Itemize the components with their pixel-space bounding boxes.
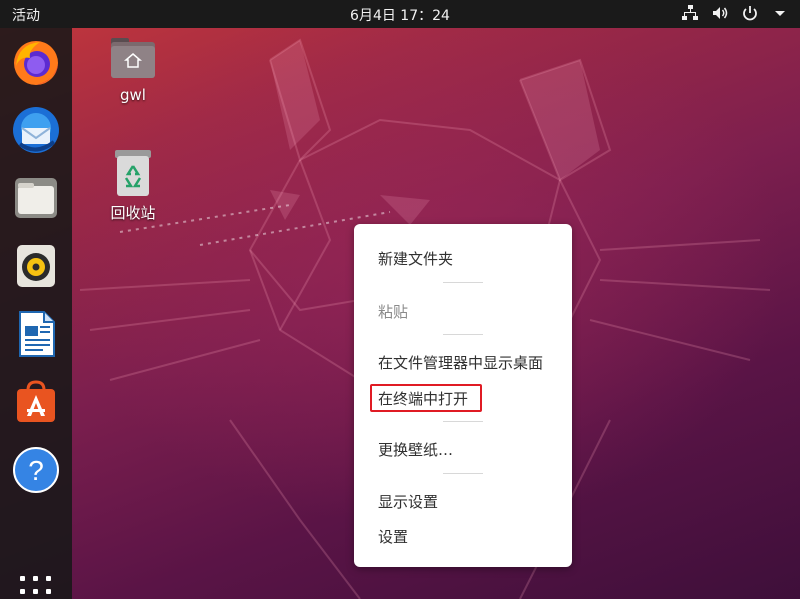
menu-item-paste: 粘贴 xyxy=(378,303,409,321)
desktop-context-menu: 新建文件夹 粘贴 在文件管理器中显示桌面 在终端中打开 更换壁纸… 显示设置 设… xyxy=(354,224,572,567)
home-folder-icon xyxy=(111,38,155,78)
svg-text:?: ? xyxy=(28,455,44,486)
files-folder-icon[interactable] xyxy=(10,172,62,224)
trash-desktop-icon[interactable]: 回收站 xyxy=(103,150,163,223)
top-bar: 活动 6月4日 17：24 xyxy=(0,0,800,28)
rhythmbox-speaker-icon[interactable] xyxy=(10,240,62,292)
menu-separator xyxy=(443,282,483,283)
menu-separator xyxy=(443,421,483,422)
menu-separator xyxy=(443,473,483,474)
dock: ? xyxy=(0,28,72,599)
system-tray[interactable] xyxy=(680,3,790,23)
chevron-down-icon[interactable] xyxy=(770,3,790,23)
menu-item-show-in-files[interactable]: 在文件管理器中显示桌面 xyxy=(378,352,543,373)
home-folder-label: gwl xyxy=(120,86,146,104)
network-icon[interactable] xyxy=(680,3,700,23)
app-grid-icon[interactable] xyxy=(20,576,52,599)
software-store-icon[interactable] xyxy=(10,376,62,428)
menu-separator xyxy=(443,334,483,335)
trash-label: 回收站 xyxy=(110,204,156,222)
menu-item-change-background[interactable]: 更换壁纸… xyxy=(378,439,453,460)
menu-item-display-settings[interactable]: 显示设置 xyxy=(378,491,438,512)
help-icon[interactable]: ? xyxy=(10,444,62,496)
thunderbird-mail-icon[interactable] xyxy=(10,104,62,156)
writer-document-icon[interactable] xyxy=(10,308,62,360)
menu-item-open-in-terminal[interactable]: 在终端中打开 xyxy=(378,388,468,409)
trash-icon xyxy=(115,150,151,196)
home-folder-desktop-icon[interactable]: gwl xyxy=(103,36,163,104)
volume-icon[interactable] xyxy=(710,3,730,23)
power-icon[interactable] xyxy=(740,3,760,23)
firefox-icon[interactable] xyxy=(10,36,62,88)
menu-item-settings[interactable]: 设置 xyxy=(378,526,408,547)
menu-item-new-folder[interactable]: 新建文件夹 xyxy=(378,248,453,269)
